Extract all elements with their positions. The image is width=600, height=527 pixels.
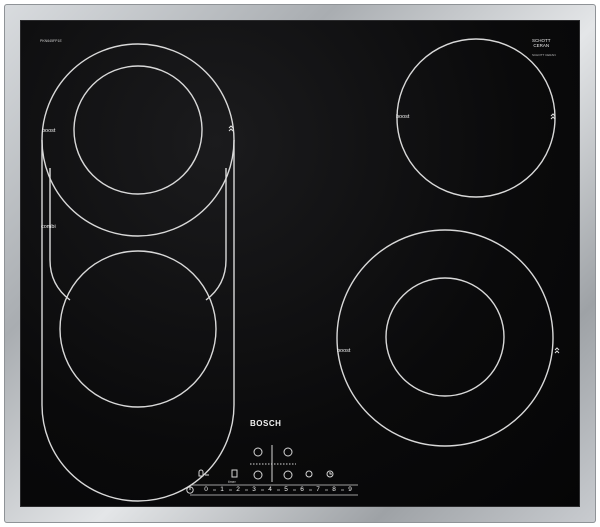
right-top-ring	[396, 38, 556, 198]
cooking-zones-drawing	[41, 38, 560, 502]
power-level-5[interactable]: 5	[281, 486, 291, 493]
timer-label: timer	[228, 480, 236, 484]
zone-select-bottom-right-button	[283, 470, 293, 480]
appliance-brand-logo: BOSCH	[250, 419, 282, 428]
glass-brand-line2: CERAN	[533, 43, 550, 48]
model-number: PKN645FP1E	[40, 39, 62, 43]
right-top-boost-label: boost	[396, 114, 410, 120]
right-bottom-chevron-icon	[554, 347, 560, 354]
power-level-3[interactable]: 3	[249, 486, 259, 493]
left-combi-connector-right	[205, 168, 227, 301]
left-top-boost-label: boost	[42, 128, 56, 134]
power-level-8[interactable]: 8	[329, 486, 339, 493]
zone-select-top-right-button	[283, 447, 293, 457]
power-level-9[interactable]: 9	[345, 486, 355, 493]
glass-brand-logo: SCHOTT CERAN	[532, 38, 551, 48]
timer-display-icon	[231, 469, 238, 478]
zone-select-top-left-button	[253, 447, 263, 457]
left-top-inner-ring	[73, 65, 203, 195]
power-level-7[interactable]: 7	[313, 486, 323, 493]
right-bottom-boost-label: boost	[337, 348, 351, 354]
glass-brand-sub: SCHOTT CERAN	[532, 53, 556, 57]
power-level-6[interactable]: 6	[297, 486, 307, 493]
right-bottom-outer-ring	[336, 229, 554, 447]
left-top-chevron-icon	[228, 125, 234, 132]
power-level-4[interactable]: 4	[265, 486, 275, 493]
left-combi-zone-outline	[41, 43, 235, 502]
left-combi-connector-left	[49, 168, 71, 301]
left-bottom-ring	[59, 250, 217, 408]
zone-select-bottom-left-button	[253, 470, 263, 480]
power-level-0[interactable]: 0	[201, 486, 211, 493]
left-top-boost-ring	[41, 139, 235, 237]
power-level-2[interactable]: 2	[233, 486, 243, 493]
power-level-1[interactable]: 1	[217, 486, 227, 493]
right-bottom-inner-ring	[385, 277, 505, 397]
timer-hand	[329, 472, 332, 475]
keep-warm-icon	[305, 470, 313, 478]
left-combi-label: combi	[41, 224, 56, 230]
